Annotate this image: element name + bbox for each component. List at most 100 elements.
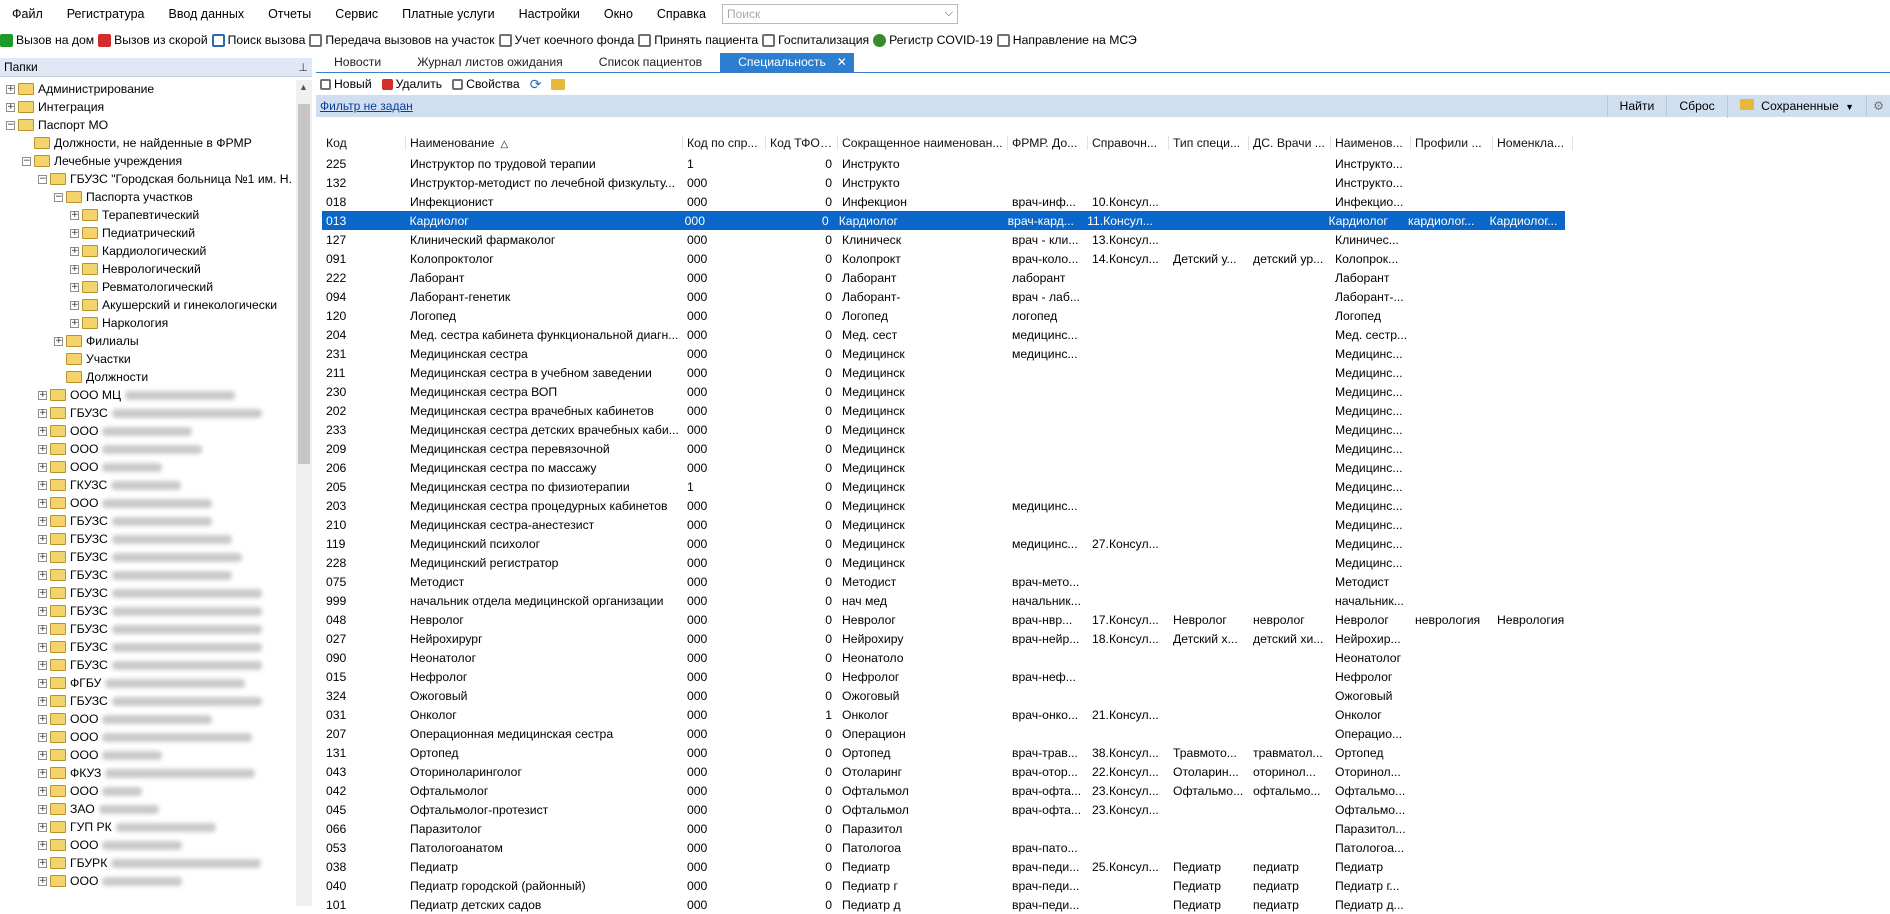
column-header[interactable]: Сокращенное наименован... [838,136,1008,150]
tree-node[interactable]: + ООО [38,872,183,890]
table-cell[interactable]: 131 [322,746,406,760]
table-row[interactable]: 101 Педиатр детских садов 000 0 Педиатр д вра… [322,895,1882,914]
tree-node[interactable]: + ГБУЗС [38,530,232,548]
grid-settings-button[interactable]: ⚙ [1866,95,1890,117]
toolbar-button-5[interactable]: Принять пациента [638,33,762,47]
table-cell[interactable]: врач-онко... [1008,708,1088,722]
table-cell[interactable]: 094 [322,290,406,304]
table-cell[interactable]: Детский х... [1169,632,1249,646]
table-cell[interactable]: Медицинс... [1331,385,1411,399]
tree-node[interactable]: + ООО [38,782,143,800]
table-cell[interactable]: Нефролог [838,670,1008,684]
table-cell[interactable]: начальник отдела медицинской организации [406,594,683,608]
table-cell[interactable]: Медицинс... [1331,537,1411,551]
table-cell[interactable]: Инструкто... [1331,176,1411,190]
table-cell[interactable]: Нефролог [406,670,683,684]
table-cell[interactable]: неврология [1411,613,1493,627]
table-cell[interactable]: Кардиолог [405,214,680,228]
table-cell[interactable]: 21.Консул... [1088,708,1169,722]
expand-icon[interactable]: + [38,660,47,670]
menu-item-5[interactable]: Платные услуги [390,0,506,28]
table-row[interactable]: 324 Ожоговый 000 0 Ожоговый Ожоговый [322,686,1882,705]
tree-node[interactable]: + ООО [38,746,163,764]
table-cell[interactable]: Патологоа [838,841,1008,855]
expand-icon[interactable]: + [38,858,47,868]
column-header[interactable]: Код [322,136,406,150]
table-cell[interactable]: детский хи... [1249,632,1331,646]
expand-icon[interactable]: + [38,498,47,508]
table-cell[interactable]: 27.Консул... [1088,537,1169,551]
table-cell[interactable]: лаборант [1008,271,1088,285]
table-cell[interactable]: 000 [683,328,766,342]
table-cell[interactable]: 207 [322,727,406,741]
table-cell[interactable]: 000 [683,404,766,418]
table-cell[interactable]: 225 [322,157,406,171]
table-cell[interactable]: Медицинск [838,499,1008,513]
tree-node[interactable]: − Паспорта участков [54,188,193,206]
table-cell[interactable]: Ортопед [838,746,1008,760]
table-cell[interactable]: 0 [766,613,838,627]
table-cell[interactable]: оторинол... [1249,765,1331,779]
table-cell[interactable]: 0 [766,537,838,551]
expand-icon[interactable]: + [70,300,79,310]
expand-icon[interactable]: + [6,102,15,112]
expand-icon[interactable]: + [38,426,47,436]
table-cell[interactable]: Медицинск [838,442,1008,456]
column-header[interactable]: Справочн... [1088,136,1169,150]
table-cell[interactable]: 204 [322,328,406,342]
table-cell[interactable]: 0 [766,366,838,380]
refresh-button[interactable]: ⟳ [530,76,542,93]
table-cell[interactable]: Медицинск [838,556,1008,570]
table-row[interactable]: 203 Медицинская сестра процедурных кабине… [322,496,1882,515]
table-cell[interactable]: Педиатр г... [1331,879,1411,893]
expand-icon[interactable]: + [38,480,47,490]
table-cell[interactable]: Педиатр [1331,860,1411,874]
table-cell[interactable]: 23.Консул... [1088,803,1169,817]
table-cell[interactable]: 10.Консул... [1088,195,1169,209]
table-row[interactable]: 120 Логопед 000 0 Логопед логопед Логопед [322,306,1882,325]
table-cell[interactable]: 000 [683,309,766,323]
table-cell[interactable]: Колопроктолог [406,252,683,266]
table-cell[interactable]: 000 [683,708,766,722]
table-cell[interactable]: 11.Консул... [1083,214,1163,228]
table-cell[interactable]: Невролог [406,613,683,627]
table-cell[interactable]: Педиатр [838,860,1008,874]
table-row[interactable]: 999 начальник отдела медицинской организа… [322,591,1882,610]
table-cell[interactable]: Медицинская сестра процедурных кабинетов [406,499,683,513]
table-cell[interactable]: Ожоговый [838,689,1008,703]
table-cell[interactable]: 000 [683,518,766,532]
table-cell[interactable]: 000 [683,898,766,912]
table-cell[interactable]: Ортопед [406,746,683,760]
table-cell[interactable]: нач мед [838,594,1008,608]
table-cell[interactable]: 120 [322,309,406,323]
table-cell[interactable]: Мед. сест [838,328,1008,342]
folder-button[interactable] [551,78,569,90]
table-cell[interactable]: Педиатр г [838,879,1008,893]
table-cell[interactable]: врач-отор... [1008,765,1088,779]
table-cell[interactable]: 000 [683,366,766,380]
column-header[interactable]: Код по спр... [683,136,766,150]
table-cell[interactable]: Педиатр [1169,860,1249,874]
tree-node[interactable]: + ФКУЗ [38,764,256,782]
tree-node[interactable]: + Ревматологический [70,278,213,296]
menu-item-0[interactable]: Файл [0,0,55,28]
table-cell[interactable]: Паразитолог [406,822,683,836]
table-cell[interactable]: 0 [766,233,838,247]
table-cell[interactable]: 000 [683,252,766,266]
table-row[interactable]: 013 Кардиолог 000 0 Кардиолог врач-кард... 11.… [322,211,1565,230]
table-cell[interactable]: педиатр [1249,879,1331,893]
table-cell[interactable]: Медицинская сестра перевязочной [406,442,683,456]
expand-icon[interactable]: + [54,336,63,346]
tab-3[interactable]: Специальность ✕ [720,53,854,72]
table-cell[interactable]: Мед. сестра кабинета функциональной диаг… [406,328,683,342]
toolbar-button-8[interactable]: Направление на МСЭ [996,33,1141,47]
table-cell[interactable]: 0 [766,594,838,608]
table-cell[interactable]: 038 [322,860,406,874]
table-cell[interactable]: Методист [406,575,683,589]
table-cell[interactable]: 000 [683,670,766,684]
tree-node[interactable]: + Филиалы [54,332,139,350]
table-cell[interactable]: врач-офта... [1008,803,1088,817]
table-cell[interactable]: 210 [322,518,406,532]
menu-item-1[interactable]: Регистратура [55,0,157,28]
table-cell[interactable]: 000 [683,651,766,665]
